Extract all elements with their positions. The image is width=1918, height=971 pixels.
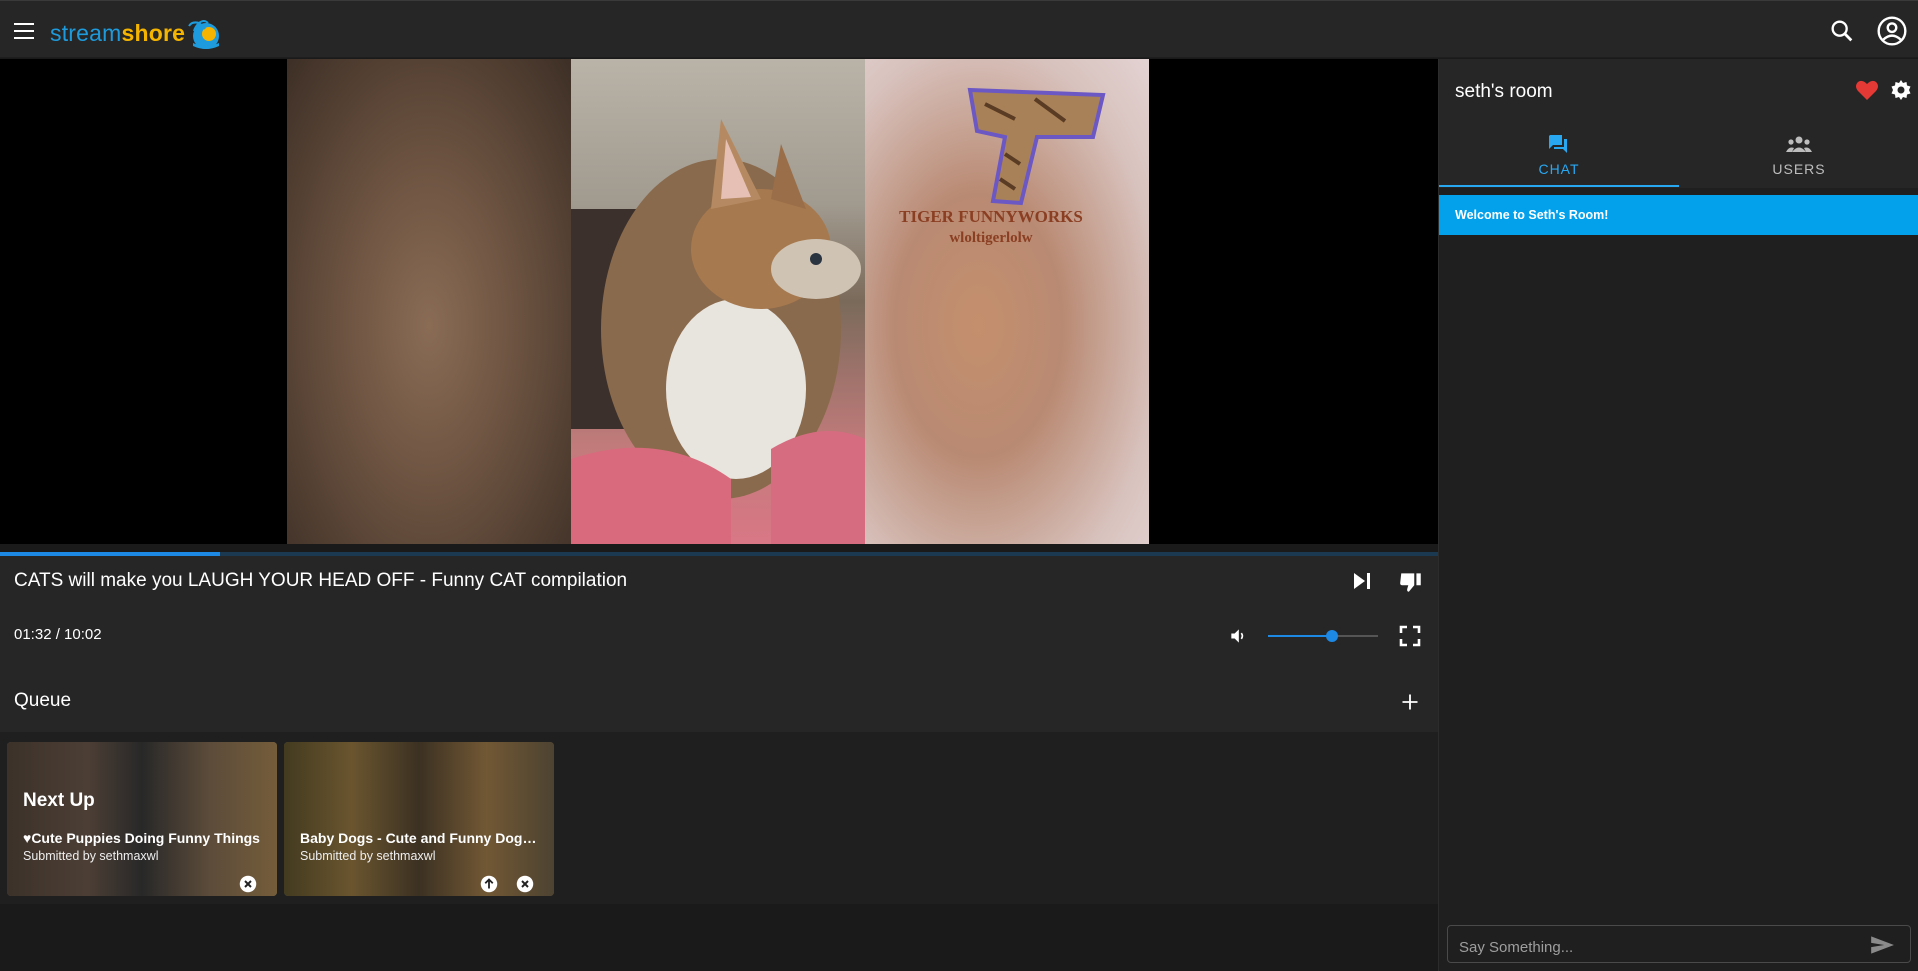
volume-slider-fill bbox=[1268, 635, 1332, 637]
video-right-blur-panel: TIGER FUNNYWORKS wloltigerlolw bbox=[865, 59, 1149, 544]
room-header: seth's room bbox=[1439, 59, 1918, 121]
video-center-cat bbox=[571, 59, 865, 544]
queue-item[interactable]: Next Up ♥Cute Puppies Doing Funny Things… bbox=[7, 742, 277, 896]
logo[interactable]: streamshore bbox=[50, 20, 185, 47]
video-info-bar: CATS will make you LAUGH YOUR HEAD OFF -… bbox=[0, 556, 1438, 676]
video-left-blur-panel bbox=[287, 59, 571, 544]
add-icon[interactable] bbox=[1400, 692, 1420, 712]
video-frame[interactable]: TIGER FUNNYWORKS wloltigerlolw bbox=[287, 59, 1149, 544]
queue-item[interactable]: Baby Dogs - Cute and Funny Dog Videos Su… bbox=[284, 742, 554, 896]
volume-slider-knob[interactable] bbox=[1325, 630, 1338, 642]
chat-icon bbox=[1549, 135, 1567, 153]
chat-input[interactable] bbox=[1447, 925, 1911, 963]
heart-icon[interactable] bbox=[1855, 79, 1879, 101]
logo-text-shore: shore bbox=[121, 20, 186, 46]
queue-item-title: ♥Cute Puppies Doing Funny Things bbox=[23, 830, 260, 846]
queue-title: Queue bbox=[14, 690, 72, 711]
fullscreen-icon[interactable] bbox=[1398, 624, 1422, 648]
move-up-icon[interactable] bbox=[480, 875, 498, 893]
tab-chat[interactable]: CHAT bbox=[1439, 121, 1679, 188]
queue-item-submitter: Submitted by sethmaxwl bbox=[300, 849, 436, 863]
skip-next-icon[interactable] bbox=[1350, 569, 1374, 593]
logo-island-icon bbox=[188, 20, 219, 49]
room-tabs: CHAT USERS bbox=[1439, 121, 1918, 188]
video-player[interactable]: TIGER FUNNYWORKS wloltigerlolw bbox=[0, 59, 1438, 544]
remove-icon[interactable] bbox=[239, 875, 257, 893]
room-name: seth's room bbox=[1455, 81, 1553, 102]
video-title: CATS will make you LAUGH YOUR HEAD OFF -… bbox=[14, 570, 628, 591]
active-tab-indicator bbox=[1439, 185, 1679, 187]
settings-icon[interactable] bbox=[1889, 78, 1913, 102]
users-icon bbox=[1786, 136, 1812, 152]
tab-users[interactable]: USERS bbox=[1679, 121, 1918, 188]
queue-item-submitter: Submitted by sethmaxwl bbox=[23, 849, 159, 863]
send-icon[interactable] bbox=[1869, 934, 1895, 956]
queue-header: Queue bbox=[0, 676, 1438, 732]
watermark-line2: wloltigerlolw bbox=[949, 230, 1032, 246]
tab-users-label: USERS bbox=[1772, 161, 1826, 177]
cat-illustration bbox=[571, 119, 865, 544]
video-time: 01:32 / 10:02 bbox=[14, 626, 102, 643]
account-icon[interactable] bbox=[1876, 15, 1908, 47]
logo-text-stream: stream bbox=[50, 20, 122, 46]
room-panel: seth's room CHAT USERS Welcome to Seth's… bbox=[1438, 59, 1918, 971]
queue-list: Next Up ♥Cute Puppies Doing Funny Things… bbox=[0, 732, 1438, 904]
app-bar: streamshore bbox=[0, 0, 1918, 58]
volume-slider[interactable] bbox=[1268, 630, 1378, 642]
next-up-label: Next Up bbox=[23, 790, 95, 811]
welcome-message: Welcome to Seth's Room! bbox=[1439, 195, 1918, 235]
watermark-logo: TIGER FUNNYWORKS wloltigerlolw bbox=[899, 87, 1106, 246]
search-icon[interactable] bbox=[1828, 17, 1856, 45]
queue-item-title: Baby Dogs - Cute and Funny Dog Videos bbox=[300, 830, 540, 846]
volume-icon[interactable] bbox=[1228, 626, 1248, 646]
thumbs-down-icon[interactable] bbox=[1398, 569, 1424, 595]
menu-icon[interactable] bbox=[14, 23, 36, 39]
remove-icon[interactable] bbox=[516, 875, 534, 893]
tab-chat-label: CHAT bbox=[1538, 161, 1580, 177]
watermark-line1: TIGER FUNNYWORKS bbox=[899, 207, 1083, 226]
